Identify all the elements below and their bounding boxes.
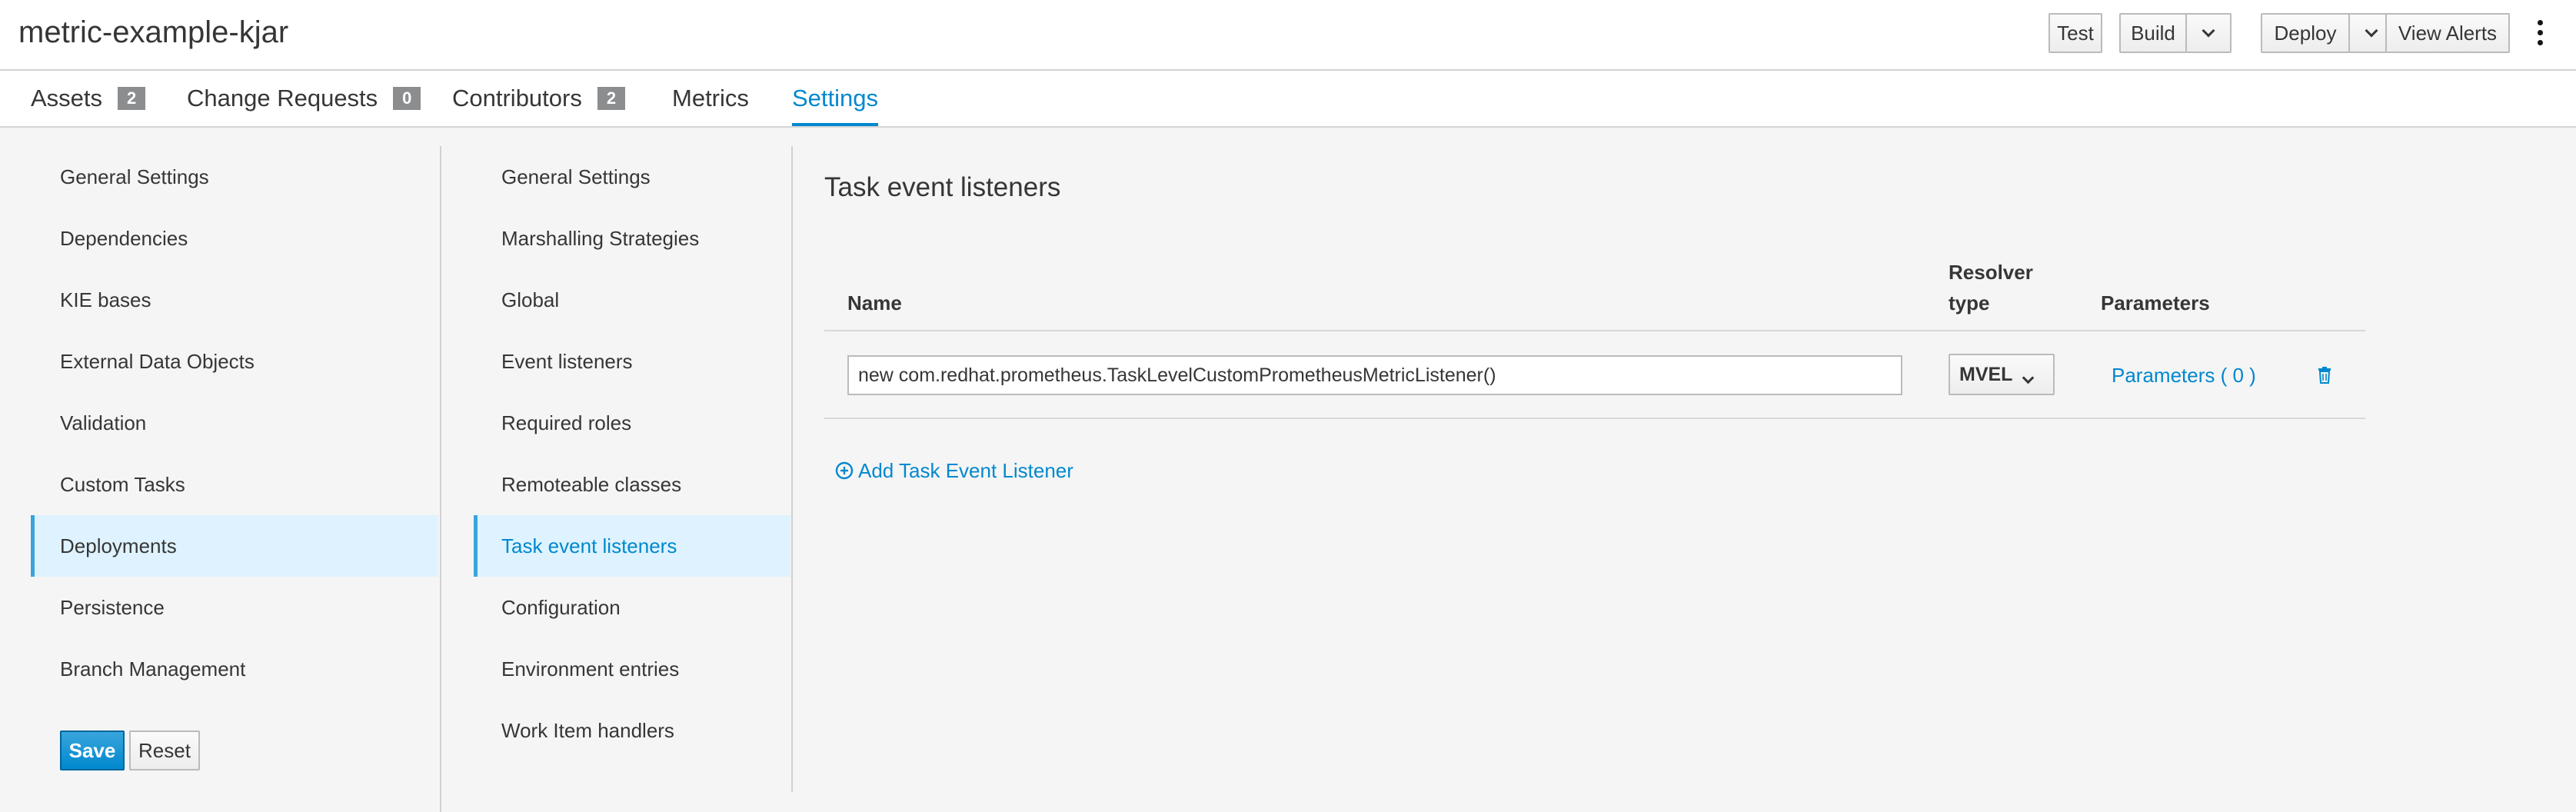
nav-divider [791,146,793,792]
settings-nav-persistence[interactable]: Persistence [31,577,438,638]
tab-label: Metrics [672,85,749,111]
settings-nav-dependencies[interactable]: Dependencies [31,208,438,269]
settings-nav-external-data-objects[interactable]: External Data Objects [31,331,438,392]
tab-change-requests[interactable]: Change Requests 0 [187,71,421,126]
settings-nav-kie-bases[interactable]: KIE bases [31,269,438,331]
project-header: metric-example-kjar Test Build Deploy Vi… [0,0,2576,71]
deployments-nav-configuration[interactable]: Configuration [474,577,790,638]
count-badge: 2 [597,87,626,110]
deployments-nav-global[interactable]: Global [474,269,790,331]
settings-nav-branch-management[interactable]: Branch Management [31,638,438,700]
parameters-link[interactable]: Parameters ( 0 ) [2112,360,2256,391]
kebab-dot [2538,30,2543,35]
chevron-down-icon [2022,371,2035,384]
settings-nav-custom-tasks[interactable]: Custom Tasks [31,454,438,515]
tab-label: Contributors [452,85,582,111]
build-button[interactable]: Build [2119,13,2187,53]
settings-nav-deployments[interactable]: Deployments [31,515,438,577]
add-link-label: Add Task Event Listener [858,459,1073,482]
page-title: Task event listeners [824,172,1061,202]
table-row-divider [824,418,2365,419]
deployments-nav-task-event-listeners[interactable]: Task event listeners [474,515,790,577]
deployments-nav-remoteable-classes[interactable]: Remoteable classes [474,454,790,515]
trash-icon[interactable] [2318,367,2331,384]
settings-nav-general-settings[interactable]: General Settings [31,146,438,208]
table-header-divider [824,330,2365,331]
column-header-name: Name [847,291,902,314]
save-button[interactable]: Save [60,730,125,770]
tab-contributors[interactable]: Contributors 2 [452,71,626,126]
nav-divider [440,146,441,812]
column-header-line: Resolver [1949,261,2033,284]
tab-assets[interactable]: Assets 2 [31,71,146,126]
chevron-down-icon [2202,24,2215,37]
count-badge: 0 [393,87,421,110]
column-header-parameters: Parameters [2101,291,2210,314]
reset-button[interactable]: Reset [129,730,200,770]
column-header-resolver-type: Resolver type [1949,257,2033,318]
more-vertical-icon[interactable] [2536,20,2544,46]
test-button[interactable]: Test [2048,13,2102,53]
project-tabs: Assets 2 Change Requests 0 Contributors … [0,71,2576,128]
resolver-type-select[interactable]: MVEL [1949,354,2055,395]
resolver-type-value: MVEL [1959,363,2013,385]
tab-settings[interactable]: Settings [792,71,879,126]
tab-metrics[interactable]: Metrics [672,71,749,126]
kebab-dot [2538,20,2543,25]
deployments-nav-event-listeners[interactable]: Event listeners [474,331,790,392]
column-header-line: type [1949,291,1990,314]
deployments-nav: General Settings Marshalling Strategies … [474,146,790,812]
deployments-nav-environment-entries[interactable]: Environment entries [474,638,790,700]
chevron-down-icon [2365,24,2378,37]
add-task-event-listener-link[interactable]: Add Task Event Listener [835,455,1073,486]
count-badge: 2 [118,87,146,110]
tab-label: Settings [792,85,879,111]
deployments-nav-required-roles[interactable]: Required roles [474,392,790,454]
build-dropdown-toggle[interactable] [2185,13,2232,53]
deployments-nav-general-settings[interactable]: General Settings [474,146,790,208]
deploy-button[interactable]: Deploy [2261,13,2350,53]
deployments-nav-work-item-handlers[interactable]: Work Item handlers [474,700,790,761]
plus-circle-icon [835,461,854,480]
tab-label: Assets [31,85,103,111]
view-alerts-button[interactable]: View Alerts [2385,13,2510,53]
project-title: metric-example-kjar [18,15,289,49]
listener-name-input[interactable] [847,355,1902,395]
kebab-dot [2538,40,2543,45]
settings-nav-validation[interactable]: Validation [31,392,438,454]
tab-label: Change Requests [187,85,378,111]
deployments-nav-marshalling-strategies[interactable]: Marshalling Strategies [474,208,790,269]
settings-nav: General Settings Dependencies KIE bases … [31,146,438,812]
